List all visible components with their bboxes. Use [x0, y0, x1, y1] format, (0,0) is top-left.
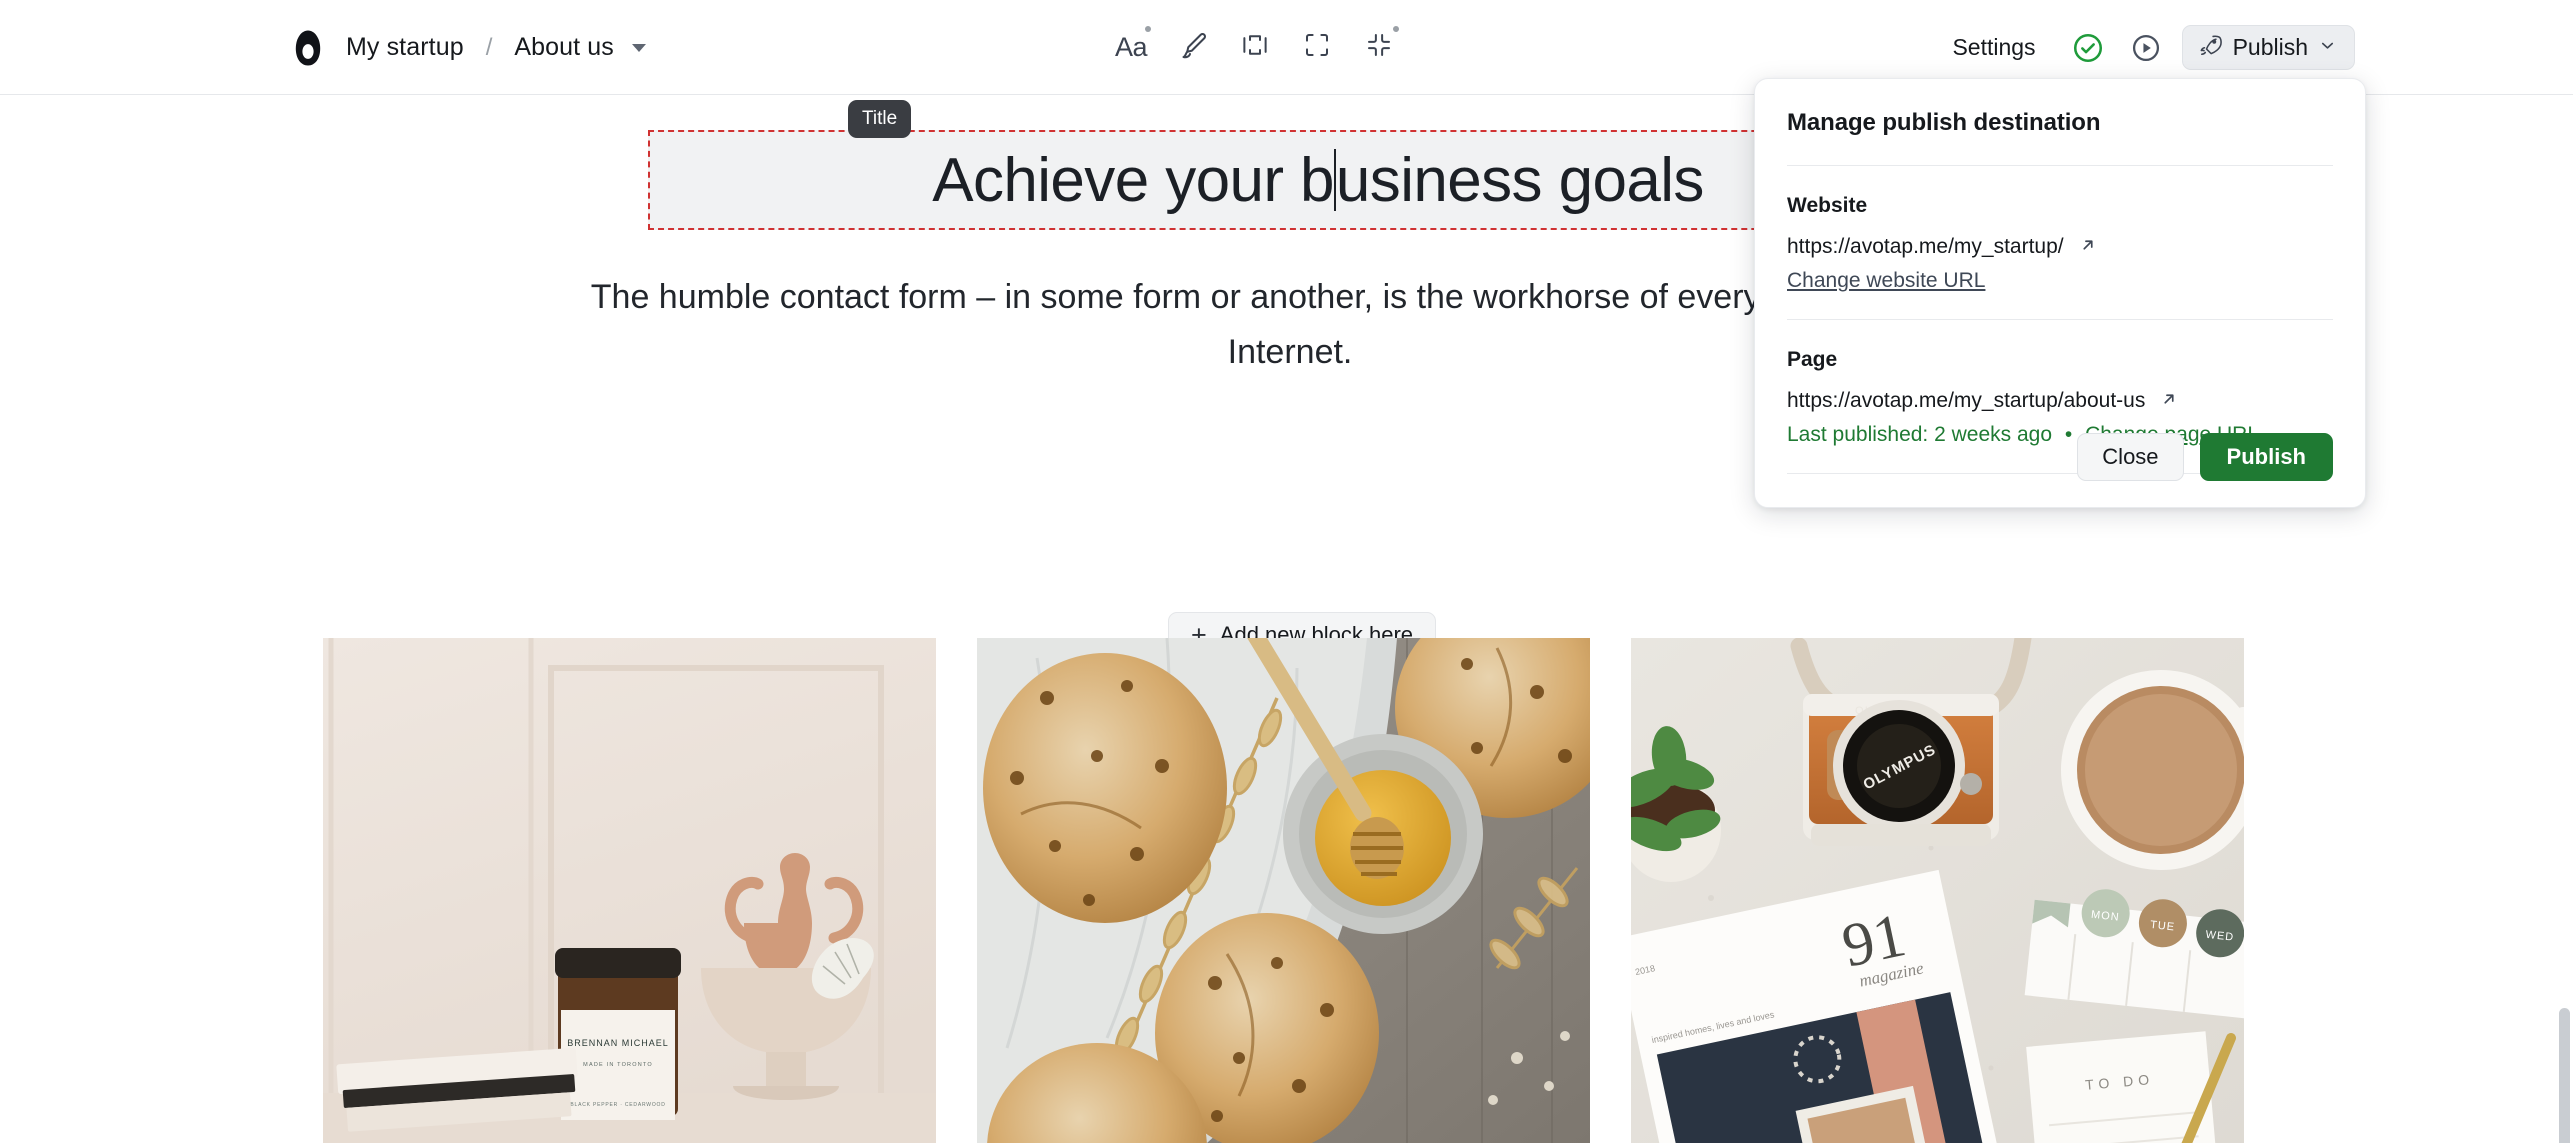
gallery-image-candle-pottery[interactable]: BRENNAN MICHAEL MADE IN TORONTO BLACK PE… [323, 638, 936, 1143]
page-title-text-before-caret: Achieve your b [932, 145, 1334, 215]
meta-separator: • [2064, 423, 2073, 446]
page-title[interactable]: Achieve your business goals [932, 145, 1704, 216]
page-section-label: Page [1787, 348, 1838, 371]
svg-text:BLACK PEPPER · CEDARWOOD: BLACK PEPPER · CEDARWOOD [570, 1102, 665, 1108]
expand-icon [1302, 30, 1332, 65]
change-website-url-link[interactable]: Change website URL [1787, 269, 1985, 293]
chevron-down-icon [2318, 36, 2337, 60]
page-url: https://avotap.me/my_startup/about-us [1787, 389, 2146, 412]
fullscreen-tool-button[interactable] [1286, 17, 1348, 79]
check-circle-icon[interactable] [2066, 26, 2110, 70]
chevron-down-icon[interactable] [631, 43, 646, 52]
website-section-label: Website [1787, 194, 1868, 217]
publish-confirm-button[interactable]: Publish [2199, 433, 2333, 481]
play-circle-icon[interactable] [2124, 26, 2168, 70]
text-cursor [1333, 149, 1336, 212]
breadcrumb-separator: / [485, 33, 493, 61]
theme-brush-tool-button[interactable] [1162, 17, 1224, 79]
last-published-text: Last published: 2 weeks ago [1787, 423, 2053, 446]
panel-divider-middle [1787, 319, 2333, 320]
external-link-icon[interactable] [2078, 235, 2098, 260]
brand-name[interactable]: My startup [346, 33, 464, 62]
settings-button[interactable]: Settings [1952, 34, 2035, 61]
brush-icon [1178, 30, 1208, 65]
collapse-tool-badge-dot [1393, 25, 1399, 32]
collapse-tool-button[interactable] [1348, 17, 1410, 79]
current-page-name[interactable]: About us [514, 33, 613, 62]
page-url-row: https://avotap.me/my_startup/about-us [1787, 389, 2333, 414]
collapse-icon [1364, 30, 1394, 65]
rocket-icon [2198, 33, 2223, 63]
header-toolbar: Aa [1100, 0, 1410, 95]
svg-text:BRENNAN MICHAEL: BRENNAN MICHAEL [567, 1038, 669, 1048]
header-left-group: My startup / About us [292, 0, 646, 95]
avocado-logo-icon[interactable] [292, 29, 324, 67]
spacing-tool-button[interactable] [1224, 17, 1286, 79]
typography-tool-button[interactable]: Aa [1100, 17, 1162, 79]
gallery-image-bread-honey[interactable] [977, 638, 1590, 1143]
publish-panel-title: Manage publish destination [1787, 109, 2101, 136]
publish-dropdown-label: Publish [2232, 34, 2308, 60]
page-scrollbar-thumb[interactable] [2559, 1008, 2570, 1143]
close-button[interactable]: Close [2077, 433, 2184, 481]
website-url-row: https://avotap.me/my_startup/ [1787, 235, 2333, 260]
publish-dropdown-button[interactable]: Publish [2181, 25, 2355, 70]
typography-tool-label: Aa [1114, 32, 1148, 62]
spacing-icon [1240, 30, 1270, 65]
image-gallery: BRENNAN MICHAEL MADE IN TORONTO BLACK PE… [0, 638, 2573, 1143]
typography-tool-badge-dot [1145, 25, 1151, 32]
page-scrollbar-track[interactable] [2557, 190, 2573, 1143]
website-url: https://avotap.me/my_startup/ [1787, 235, 2064, 258]
gallery-image-desk-flatlay[interactable]: OLYMPUS OLYMPUS 91 magazine 2018 [1631, 638, 2244, 1143]
panel-divider-top [1787, 165, 2333, 166]
external-link-icon[interactable] [2159, 389, 2179, 414]
svg-text:MADE IN TORONTO: MADE IN TORONTO [583, 1062, 653, 1068]
manage-publish-destination-panel: Manage publish destination Website https… [1754, 78, 2366, 508]
block-type-badge: Title [848, 100, 912, 138]
publish-panel-actions: Close Publish [2077, 433, 2333, 481]
page-title-text-after-caret: usiness goals [1335, 145, 1704, 215]
